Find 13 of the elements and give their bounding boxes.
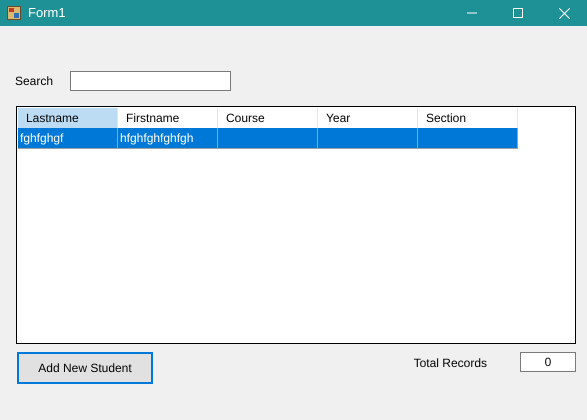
- window-title: Form1: [28, 4, 66, 22]
- table-row[interactable]: fghfghgf hfghfghfghfgh: [18, 128, 518, 149]
- close-icon: [558, 8, 570, 18]
- table-cell: hfghfghfghfgh: [118, 128, 218, 149]
- total-records-label: Total Records: [414, 355, 487, 372]
- column-header[interactable]: Lastname: [18, 108, 118, 128]
- search-field[interactable]: [70, 71, 231, 91]
- table-cell: fghfghgf: [18, 128, 118, 149]
- maximize-icon: [513, 8, 523, 18]
- app-icon: [7, 6, 21, 20]
- total-records-field[interactable]: 0: [520, 352, 576, 372]
- search-label: Search: [15, 73, 54, 90]
- add-new-student-button[interactable]: Add New Student: [17, 352, 153, 384]
